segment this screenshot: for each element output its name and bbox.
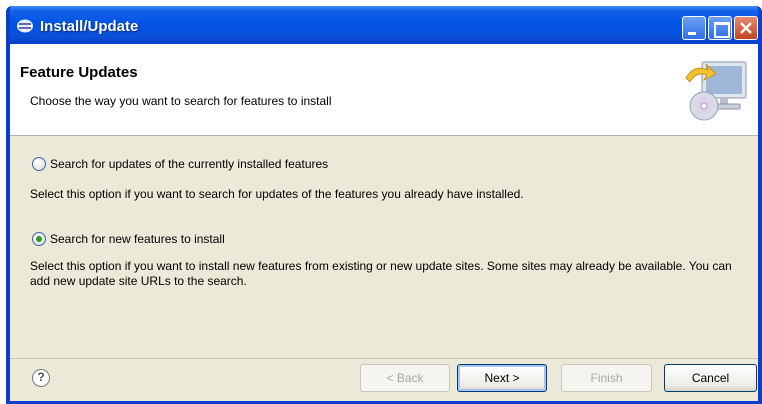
button-bar-separator — [10, 358, 758, 359]
help-icon[interactable]: ? — [32, 369, 50, 387]
finish-button[interactable]: Finish — [561, 364, 652, 392]
header-banner: Feature Updates Choose the way you want … — [10, 44, 758, 136]
minimize-button[interactable] — [682, 16, 706, 40]
title-bar[interactable]: Install/Update — [10, 6, 758, 44]
option-description: Select this option if you want to instal… — [30, 259, 732, 288]
eclipse-icon — [16, 19, 34, 33]
update-computer-cd-icon — [685, 61, 747, 121]
options-panel: Search for updates of the currently inst… — [10, 137, 758, 357]
option-new-features[interactable]: Search for new features to install — [32, 232, 225, 246]
window-title: Install/Update — [40, 18, 139, 35]
next-button[interactable]: Next > — [457, 364, 547, 392]
close-icon — [740, 22, 752, 34]
close-button[interactable] — [734, 16, 758, 40]
radio-new-features[interactable] — [32, 232, 46, 246]
option-update-installed[interactable]: Search for updates of the currently inst… — [32, 157, 328, 171]
maximize-button[interactable] — [708, 16, 732, 40]
back-button[interactable]: < Back — [360, 364, 450, 392]
option-label[interactable]: Search for updates of the currently inst… — [50, 157, 328, 171]
radio-update-installed[interactable] — [32, 157, 46, 171]
option-label[interactable]: Search for new features to install — [50, 232, 225, 246]
option-description: Select this option if you want to search… — [30, 187, 524, 201]
cancel-button[interactable]: Cancel — [664, 364, 757, 392]
page-title: Feature Updates — [20, 64, 138, 81]
install-update-dialog: Install/Update Feature Updates Choose th… — [6, 6, 762, 404]
page-description: Choose the way you want to search for fe… — [30, 94, 332, 108]
